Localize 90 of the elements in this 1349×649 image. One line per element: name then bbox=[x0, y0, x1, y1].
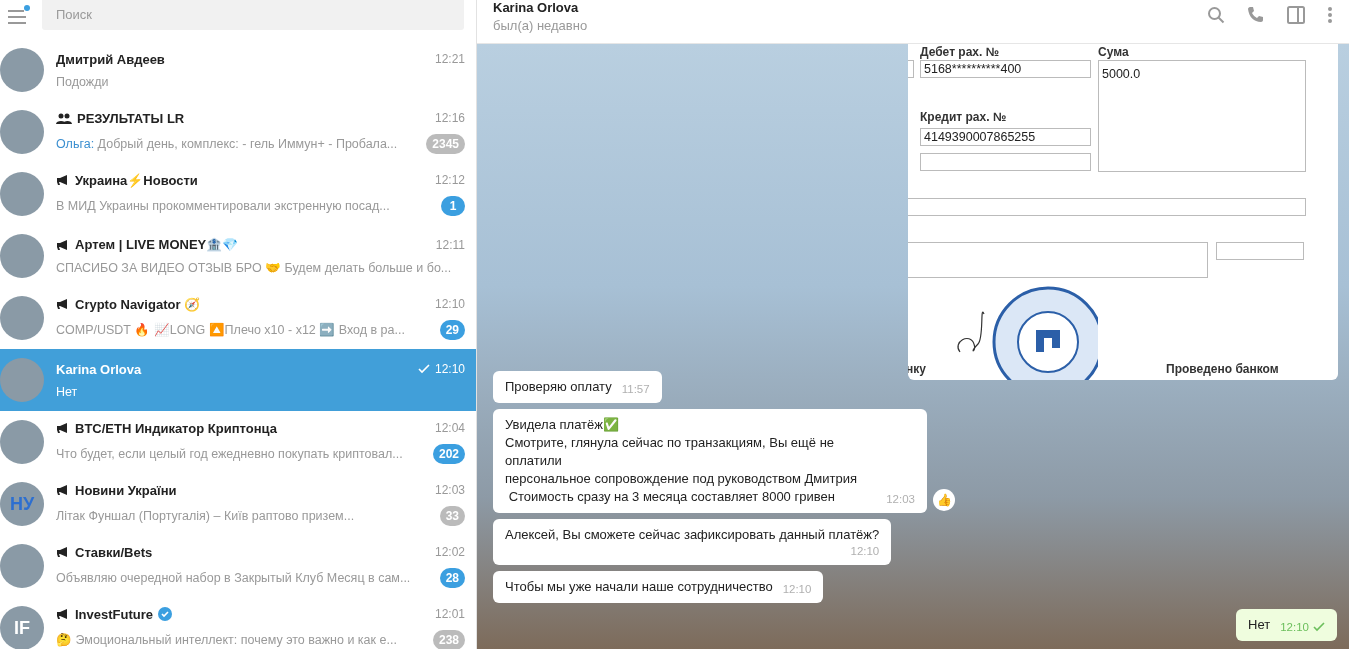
sum-field: 5000.0 bbox=[1098, 60, 1306, 172]
chat-name: Karina Orlova bbox=[56, 361, 142, 377]
more-icon[interactable] bbox=[1327, 5, 1333, 24]
chat-title: Karina Orlova bbox=[493, 0, 580, 15]
unread-count: 28 bbox=[439, 567, 465, 588]
message-time: 11:57 bbox=[621, 382, 650, 396]
chat-name: BTC/ETH Индикатор Криптонца bbox=[75, 420, 277, 436]
avatar bbox=[0, 420, 44, 464]
chat-list-item[interactable]: Crypto Navigator 🧭 12:10 COMP/USDT 🔥 📈LONG 🔼Плечо x10 - x12 ➡ Вход в ра... 29 bbox=[0, 287, 476, 349]
chat-time: 12:12 bbox=[434, 173, 465, 187]
message-text: Проверяю оплату bbox=[505, 378, 612, 396]
chat-status: был(а) недавно bbox=[493, 18, 588, 33]
megaphone-icon bbox=[56, 238, 70, 251]
field-label: Сума bbox=[1098, 45, 1129, 59]
unread-count: 238 bbox=[432, 629, 465, 649]
message-time: 12:10 bbox=[782, 582, 812, 596]
message-preview: 🤔 Эмоциональный интеллект: почему это важно и как е... bbox=[56, 632, 398, 647]
field-label: Кредит рах. № bbox=[920, 110, 1007, 124]
avatar bbox=[0, 234, 44, 278]
credit-field: 4149390007865255 bbox=[920, 128, 1091, 146]
empty-field bbox=[908, 60, 914, 78]
phone-icon[interactable] bbox=[1247, 5, 1265, 24]
chat-list-item[interactable]: Дмитрий Авдеев 12:21 Подожди bbox=[0, 39, 476, 101]
chat-time: 12:01 bbox=[434, 607, 465, 621]
chat-list-item[interactable]: НУ Новини України 12:03 Літак Фуншал (Португалія) – Київ раптово призем... 33 bbox=[0, 473, 476, 535]
message-preview: Что будет, если целый год ежедневно покупать криптовал... bbox=[56, 446, 404, 461]
message-preview: Ольга: Добрый день, комплекс: - гель Иммун+ - Пробала... bbox=[56, 136, 399, 151]
unread-count: 1 bbox=[441, 195, 465, 216]
message-time: 12:10 bbox=[850, 544, 880, 558]
message-preview: В МИД Украины прокомментировали экстренную посад... bbox=[56, 198, 391, 213]
search-icon[interactable] bbox=[1207, 5, 1225, 24]
message-time: 12:03 bbox=[886, 492, 915, 506]
chat-time: 12:10 bbox=[434, 362, 465, 376]
group-icon bbox=[56, 112, 72, 124]
avatar bbox=[0, 358, 44, 402]
chat-time: 12:11 bbox=[435, 237, 465, 252]
chat-name: Дмитрий Авдеев bbox=[56, 51, 165, 67]
avatar bbox=[0, 110, 44, 154]
unread-count: 202 bbox=[432, 443, 465, 464]
chat-name: РЕЗУЛЬТАТЫ LR bbox=[77, 110, 185, 126]
avatar bbox=[0, 544, 44, 588]
message-text: Алексей, Вы сможете сейчас зафиксировать данный платёж? bbox=[505, 526, 880, 544]
chat-time: 12:16 bbox=[434, 111, 465, 125]
megaphone-icon bbox=[56, 174, 70, 186]
sidebar-toggle-icon[interactable] bbox=[1287, 5, 1305, 24]
message-preview: Літак Фуншал (Португалія) – Київ раптово призем... bbox=[56, 508, 356, 523]
unread-count: 33 bbox=[439, 505, 465, 526]
chat-list-item[interactable]: IF InvestFuture 12:01 🤔 Эмоциональный интеллект: почему это важно и как е... 238 bbox=[0, 597, 476, 649]
unread-count: 29 bbox=[439, 319, 465, 340]
chat-time: 12:02 bbox=[434, 545, 465, 559]
chat-time: 12:10 bbox=[434, 297, 465, 311]
chat-list-item[interactable]: Артем | LIVE MONEY🏦💎 12:11 СПАСИБО ЗА ВИДЕО ОТЗЫВ БРО 🤝 Будем делать больше и бо... bbox=[0, 225, 476, 287]
debit-field: 5168**********400 bbox=[920, 60, 1091, 78]
unread-count: 2345 bbox=[426, 133, 465, 154]
chat-name: Артем | LIVE MONEY🏦💎 bbox=[75, 237, 239, 252]
message-time: 12:10 bbox=[1280, 620, 1325, 634]
chat-list-item[interactable]: BTC/ETH Индикатор Криптонца 12:04 Что будет, если целый год ежедневно покупать криптовал... 202 bbox=[0, 411, 476, 473]
message-text: Нет bbox=[1248, 616, 1271, 634]
message-preview: Подожди bbox=[56, 74, 110, 89]
megaphone-icon bbox=[56, 608, 70, 620]
chat-list-item[interactable]: Ставки/Bets 12:02 Объявляю очередной набор в Закрытый Клуб Месяц в сам... 28 bbox=[0, 535, 476, 597]
avatar-text: IF bbox=[14, 617, 30, 639]
message-preview: Объявляю очередной набор в Закрытый Клуб Месяц в сам... bbox=[56, 570, 412, 585]
chat-name: Украина⚡Новости bbox=[75, 172, 198, 188]
chat-name: Новини України bbox=[75, 482, 177, 498]
megaphone-icon bbox=[56, 546, 70, 558]
avatar bbox=[0, 172, 44, 216]
message-preview: Нет bbox=[56, 384, 79, 399]
field-label: Дебет рах. № bbox=[920, 45, 1000, 59]
document-caption: Проведено банком bbox=[1166, 362, 1279, 376]
chat-name: Ставки/Bets bbox=[75, 544, 153, 560]
message-text: Увидела платёж✅ Смотрите, глянула сейчас по транзакциям, Вы ещё не оплатили персональное сопровождение под руководством Дмитрия Стоимость сразу на 3 месяца составляет 8000 гривен bbox=[505, 416, 858, 506]
megaphone-icon bbox=[56, 422, 70, 434]
chat-time: 12:21 bbox=[434, 52, 465, 66]
message-preview: COMP/USDT 🔥 📈LONG 🔼Плечо x10 - x12 ➡ Вход в ра... bbox=[56, 322, 406, 337]
chat-name: InvestFuture bbox=[75, 606, 153, 622]
chat-name: Crypto Navigator 🧭 bbox=[75, 296, 201, 312]
avatar-text: НУ bbox=[9, 493, 35, 515]
megaphone-icon bbox=[56, 484, 70, 496]
avatar bbox=[0, 296, 44, 340]
message-text: Чтобы мы уже начали наше сотрудничество bbox=[505, 578, 773, 596]
avatar bbox=[0, 48, 44, 92]
menu-button[interactable] bbox=[6, 7, 30, 27]
megaphone-icon bbox=[56, 298, 70, 310]
chat-time: 12:03 bbox=[434, 483, 465, 497]
message-preview: СПАСИБО ЗА ВИДЕО ОТЗЫВ БРО 🤝 Будем делать больше и бо... bbox=[56, 260, 453, 275]
search-field[interactable]: Поиск bbox=[42, 0, 464, 30]
chat-list-item[interactable]: Украина⚡Новости 12:12 В МИД Украины прокомментировали экстренную посад... 1 bbox=[0, 163, 476, 225]
chat-time: 12:04 bbox=[434, 421, 465, 435]
chat-list-item[interactable]: РЕЗУЛЬТАТЫ LR 12:16 Ольга: Добрый день, комплекс: - гель Иммун+ - Пробала... 2345 bbox=[0, 101, 476, 163]
